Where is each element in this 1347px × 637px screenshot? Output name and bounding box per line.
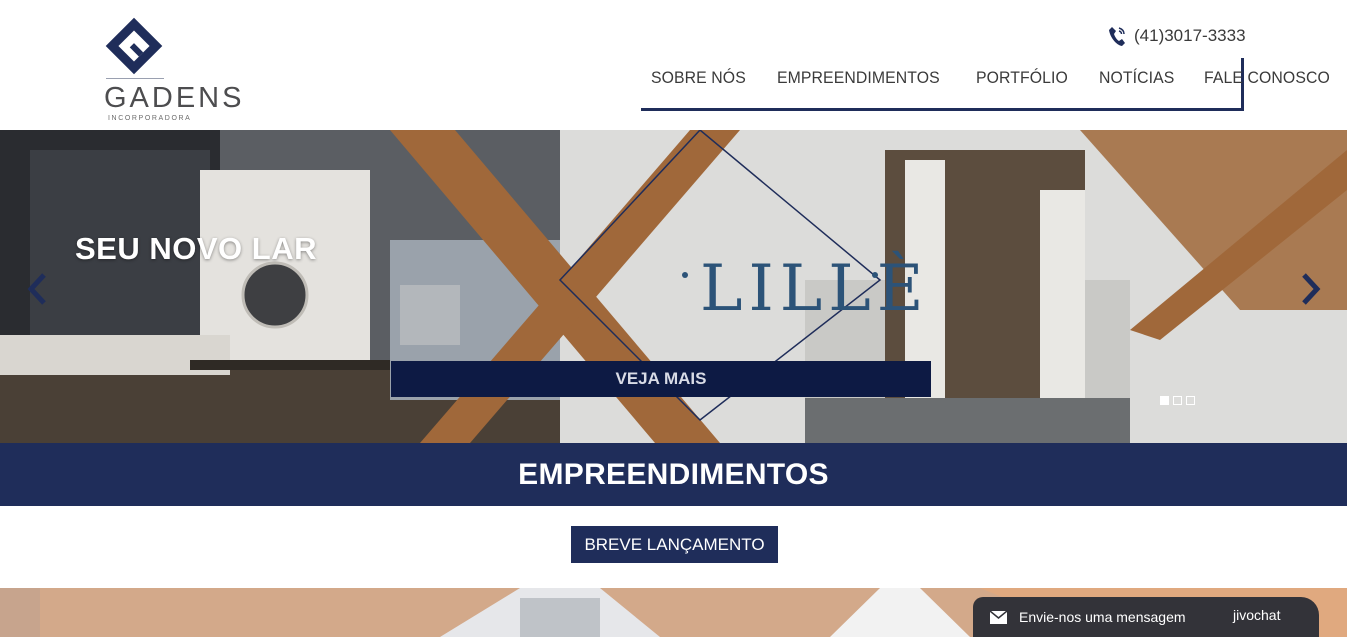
- veja-mais-button[interactable]: VEJA MAIS: [391, 361, 931, 397]
- logo-divider: [106, 78, 164, 79]
- nav-item-sobre-nos[interactable]: SOBRE NÓS: [651, 68, 746, 88]
- hero-title: SEU NOVO LAR: [75, 231, 317, 266]
- slider-next-arrow-icon[interactable]: [1298, 272, 1322, 306]
- phone-number: (41)3017-3333: [1134, 26, 1246, 45]
- phone-contact[interactable]: (41)3017-3333: [1108, 24, 1246, 48]
- nav-item-portfolio[interactable]: PORTFÓLIO: [976, 68, 1068, 88]
- slider-dot-2[interactable]: [1173, 396, 1182, 405]
- main-nav: SOBRE NÓS EMPREENDIMENTOS PORTFÓLIO NOTÍ…: [641, 58, 1330, 111]
- nav-item-fale-conosco[interactable]: FALE CONOSCO: [1204, 68, 1330, 88]
- logo-subtitle: INCORPORADORA: [108, 115, 192, 122]
- hero-slider: LILLÈ SEU NOVO LAR VEJA MAIS: [0, 130, 1347, 443]
- slider-prev-arrow-icon[interactable]: [26, 272, 50, 306]
- slider-pagination: [1160, 396, 1195, 405]
- phone-icon: [1109, 27, 1125, 46]
- slider-dot-3[interactable]: [1186, 396, 1195, 405]
- section-title: EMPREENDIMENTOS: [0, 443, 1347, 506]
- breve-lancamento-button[interactable]: BREVE LANÇAMENTO: [571, 526, 778, 563]
- nav-item-noticias[interactable]: NOTÍCIAS: [1099, 68, 1174, 88]
- slider-dot-1[interactable]: [1160, 396, 1169, 405]
- hero-brand-wordmark: LILLÈ: [700, 251, 930, 326]
- logo-wordmark[interactable]: GADENS: [104, 82, 244, 115]
- envelope-icon: [990, 610, 1007, 624]
- site-header: GADENS INCORPORADORA (41)3017-3333 SOBRE…: [0, 0, 1347, 130]
- chat-message-label: Envie-nos uma mensagem: [1019, 609, 1186, 625]
- chat-brand: jivochat: [1233, 607, 1281, 623]
- chat-widget[interactable]: Envie-nos uma mensagem jivochat: [973, 597, 1319, 637]
- nav-item-empreendimentos[interactable]: EMPREENDIMENTOS: [777, 68, 940, 88]
